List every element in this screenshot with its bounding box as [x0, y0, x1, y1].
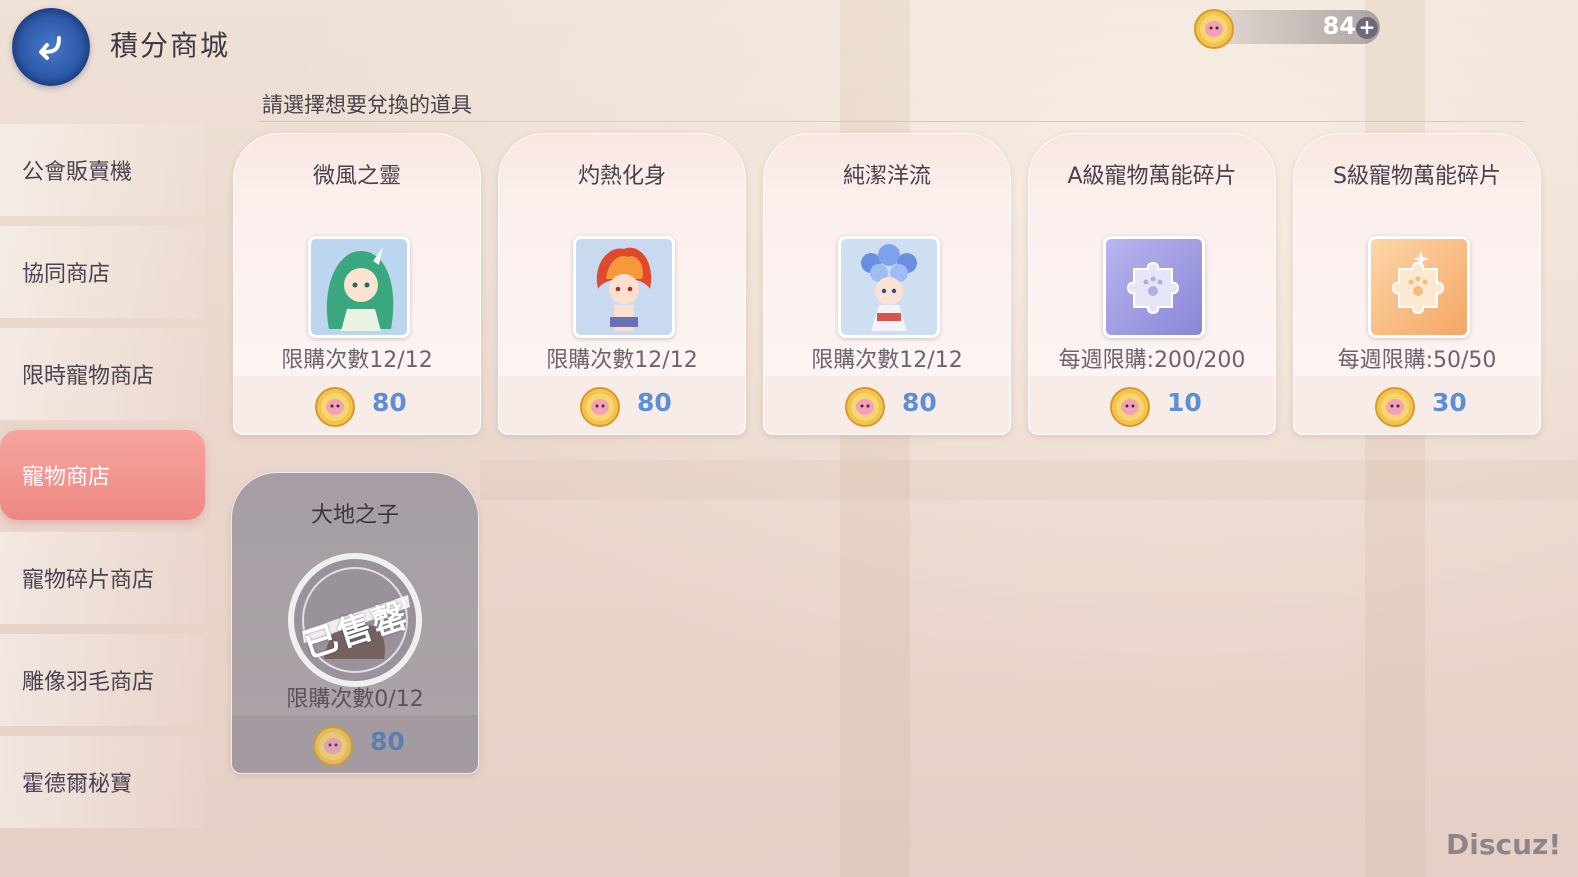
- purchase-limit: 每週限購:50/50: [1337, 348, 1497, 373]
- instruction-text: 請選擇想要兌換的道具: [262, 93, 472, 117]
- sidebar-item-guild-vending[interactable]: 公會販賣機: [0, 124, 205, 216]
- purchase-limit: 限購次數0/12: [286, 687, 424, 712]
- price-row: 30: [1294, 376, 1540, 434]
- shop-item-card[interactable]: 灼熱化身 限購次數12/12 80: [498, 133, 746, 435]
- purple-puzzle-piece-icon: [1103, 236, 1205, 338]
- item-name: A級寵物萬能碎片: [1067, 164, 1237, 189]
- background-window-frame: [1365, 0, 1425, 877]
- page-title: 積分商城: [110, 29, 231, 62]
- sidebar-item-hodr-treasure[interactable]: 霍德爾秘寶: [0, 736, 205, 828]
- sold-out-stamp: 已售罄: [284, 549, 426, 691]
- pet-coin-icon: [313, 726, 353, 766]
- add-currency-button[interactable]: +: [1356, 17, 1378, 39]
- pet-coin-icon: [1110, 387, 1150, 427]
- sidebar-item-label: 雕像羽毛商店: [22, 670, 155, 695]
- shop-item-card[interactable]: 微風之靈 限購次數12/12 80: [233, 133, 481, 435]
- item-price: 80: [902, 388, 937, 417]
- purchase-limit: 每週限購:200/200: [1058, 348, 1246, 373]
- sidebar-item-statue-feather-shop[interactable]: 雕像羽毛商店: [0, 634, 205, 726]
- price-row: 80: [234, 376, 480, 434]
- item-price: 30: [1432, 388, 1467, 417]
- price-row: 80: [764, 376, 1010, 434]
- back-arrow-icon: [39, 36, 61, 60]
- back-button[interactable]: [12, 8, 90, 86]
- shop-item-card[interactable]: S級寵物萬能碎片 每週限購:50/50 30: [1293, 133, 1541, 435]
- pet-coin-icon: [845, 387, 885, 427]
- sidebar-item-collab-shop[interactable]: 協同商店: [0, 226, 205, 318]
- sidebar-item-label: 霍德爾秘寶: [22, 772, 133, 797]
- item-name: 灼熱化身: [577, 164, 666, 189]
- pet-coin-icon: [580, 387, 620, 427]
- currency-value: 84: [1322, 12, 1356, 40]
- sidebar-item-pet-shop[interactable]: 寵物商店: [0, 430, 205, 520]
- shop-item-card[interactable]: A級寵物萬能碎片 每週限購:200/200 10: [1028, 133, 1276, 435]
- pet-coin-icon: [1194, 9, 1234, 49]
- item-name: 純潔洋流: [842, 164, 931, 189]
- watermark: Discuz!: [1446, 828, 1562, 861]
- item-name: 微風之靈: [312, 164, 401, 189]
- item-name: 大地之子: [310, 503, 399, 528]
- price-row: 80: [232, 715, 478, 773]
- sidebar-item-label: 協同商店: [22, 262, 111, 287]
- purchase-limit: 限購次數12/12: [546, 348, 698, 373]
- sidebar-item-pet-fragment-shop[interactable]: 寵物碎片商店: [0, 532, 205, 624]
- sidebar-item-label: 寵物商店: [22, 465, 111, 490]
- background-window-frame: [480, 460, 1578, 500]
- orange-puzzle-piece-icon: [1368, 236, 1470, 338]
- shop-item-card[interactable]: 純潔洋流 限購次數12/12 80: [763, 133, 1011, 435]
- item-price: 10: [1167, 388, 1202, 417]
- fire-haired-spirit-icon: [573, 236, 675, 338]
- purchase-limit: 限購次數12/12: [281, 348, 433, 373]
- bubble-haired-spirit-icon: [838, 236, 940, 338]
- green-haired-spirit-icon: [308, 236, 410, 338]
- item-price: 80: [637, 388, 672, 417]
- sidebar-item-limited-pet-shop[interactable]: 限時寵物商店: [0, 328, 205, 420]
- background-window-frame: [840, 0, 910, 877]
- sidebar-item-label: 限時寵物商店: [22, 364, 155, 389]
- item-price: 80: [370, 727, 405, 756]
- pet-coin-icon: [1375, 387, 1415, 427]
- item-price: 80: [372, 388, 407, 417]
- divider: [258, 121, 1523, 122]
- pet-coin-icon: [315, 387, 355, 427]
- sidebar-item-label: 寵物碎片商店: [22, 568, 155, 593]
- price-row: 80: [499, 376, 745, 434]
- price-row: 10: [1029, 376, 1275, 434]
- item-name: S級寵物萬能碎片: [1333, 164, 1501, 189]
- sidebar-item-label: 公會販賣機: [22, 160, 133, 185]
- shop-item-card-sold-out: 大地之子 已售罄 限購次數0/12 80: [231, 472, 479, 774]
- purchase-limit: 限購次數12/12: [811, 348, 963, 373]
